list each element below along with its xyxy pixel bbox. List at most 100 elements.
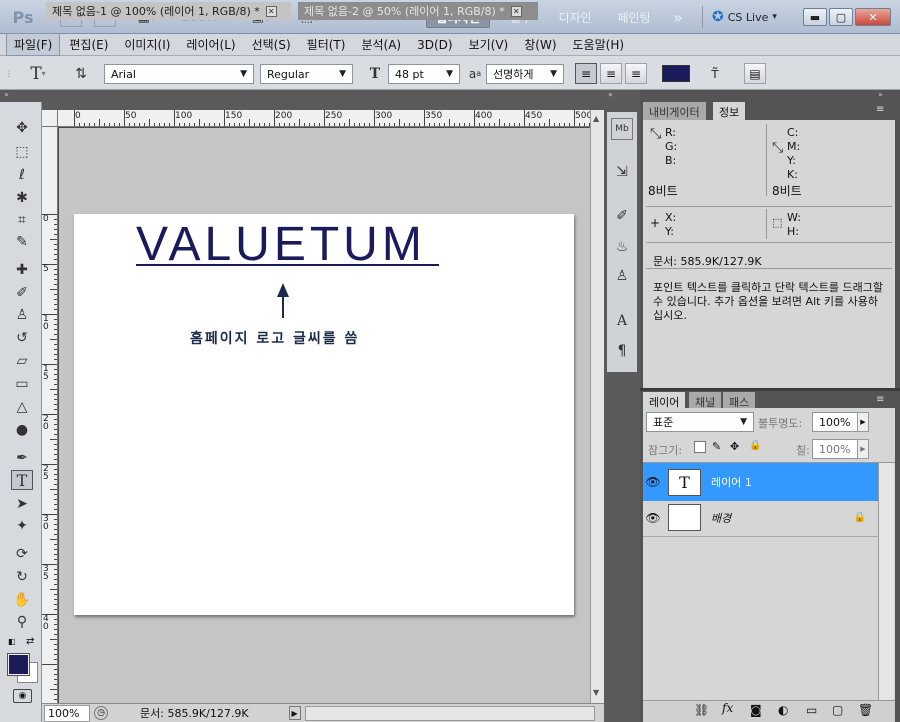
quick-selection-tool-icon[interactable]: ✱: [11, 188, 33, 208]
menu-filter[interactable]: 필터(T): [300, 34, 353, 55]
menu-analysis[interactable]: 분석(A): [354, 34, 408, 55]
menu-window[interactable]: 창(W): [517, 34, 563, 55]
3d-rotate-tool-icon[interactable]: ⟳: [11, 544, 33, 564]
menu-help[interactable]: 도움말(H): [566, 34, 632, 55]
opacity-slider-button[interactable]: ▶: [857, 412, 869, 432]
gradient-tool-icon[interactable]: ▭: [11, 374, 33, 394]
close-tab-icon[interactable]: ✕: [510, 5, 522, 17]
close-tab-icon[interactable]: ✕: [265, 5, 277, 17]
dodge-tool-icon[interactable]: ●: [11, 420, 33, 440]
minimize-button[interactable]: ▬: [803, 8, 827, 26]
vertical-scrollbar[interactable]: ▲ ▼: [590, 110, 604, 703]
scroll-down-icon[interactable]: ▼: [593, 688, 599, 697]
document-canvas[interactable]: [74, 214, 574, 615]
ruler-origin[interactable]: [42, 110, 58, 127]
more-workspaces-icon[interactable]: »: [664, 6, 692, 28]
workspace-painting[interactable]: 페인팅: [608, 6, 660, 28]
menu-select[interactable]: 선택(S): [245, 34, 298, 55]
layer-name[interactable]: 배경: [711, 510, 731, 526]
lock-transparent-checkbox[interactable]: [694, 441, 706, 453]
cs-live-button[interactable]: ✪ CS Live ▾: [712, 9, 777, 25]
eraser-tool-icon[interactable]: ▱: [11, 351, 33, 371]
layer-name[interactable]: 레이어 1: [711, 474, 752, 490]
collapse-panels-icon[interactable]: »: [878, 90, 898, 102]
align-center-button[interactable]: ≡: [600, 63, 622, 84]
path-selection-tool-icon[interactable]: ➤: [11, 494, 33, 514]
add-mask-icon[interactable]: ◙: [750, 703, 762, 717]
healing-brush-tool-icon[interactable]: ✚: [11, 260, 33, 280]
menu-3d[interactable]: 3D(D): [410, 36, 459, 54]
close-button[interactable]: ✕: [855, 8, 891, 26]
new-group-icon[interactable]: ▭: [806, 703, 817, 717]
warp-text-icon[interactable]: ᴛ̃: [704, 63, 726, 84]
eye-icon[interactable]: 👁: [643, 463, 663, 501]
zoom-field[interactable]: 100%: [44, 704, 90, 722]
logo-text-layer[interactable]: VALUETUM: [136, 220, 436, 270]
link-layers-icon[interactable]: ⛓: [694, 703, 709, 717]
layer-row-layer-1[interactable]: 👁 T 레이어 1: [643, 463, 878, 501]
collapse-toolbox-icon[interactable]: »: [0, 90, 42, 102]
rgb-eyedropper-icon[interactable]: ⤡: [650, 126, 661, 142]
tab-navigator[interactable]: 내비게이터: [643, 102, 706, 121]
blur-tool-icon[interactable]: △: [11, 397, 33, 417]
tool-presets-panel-icon[interactable]: ♙: [611, 265, 633, 287]
type-tool-icon[interactable]: T: [11, 470, 33, 490]
lock-all-icon[interactable]: 🔒: [749, 440, 761, 451]
toggle-text-orientation-icon[interactable]: ⇅: [70, 63, 92, 84]
lasso-tool-icon[interactable]: ℓ: [11, 165, 33, 185]
brush-panel-icon[interactable]: ✐: [611, 205, 633, 227]
history-brush-tool-icon[interactable]: ↺: [11, 328, 33, 348]
eye-icon[interactable]: 👁: [643, 499, 663, 537]
fill-input[interactable]: 100%: [812, 439, 858, 459]
eyedropper-tool-icon[interactable]: ✎: [11, 232, 33, 252]
character-panel-icon[interactable]: A: [611, 310, 633, 332]
crop-tool-icon[interactable]: ⌗: [11, 210, 33, 230]
fill-slider-button[interactable]: ▶: [857, 439, 869, 459]
default-colors-icon[interactable]: ◧: [8, 637, 16, 646]
font-size-select[interactable]: 48 pt ▼: [388, 64, 460, 84]
text-color-swatch[interactable]: [662, 65, 690, 82]
zoom-tool-icon[interactable]: ⚲: [11, 612, 33, 632]
delete-layer-icon[interactable]: 🗑: [858, 703, 873, 717]
tool-preset-picker[interactable]: T ▾: [18, 63, 58, 84]
swap-colors-icon[interactable]: ⇄: [26, 636, 34, 647]
menu-image[interactable]: 이미지(I): [117, 34, 177, 55]
layers-scrollbar[interactable]: [878, 463, 894, 703]
tab-document-1[interactable]: 제목 없음-1 @ 100% (레이어 1, RGB/8) * ✕: [46, 2, 291, 20]
pen-tool-icon[interactable]: ✒: [11, 448, 33, 468]
history-panel-icon[interactable]: ⇲: [611, 161, 633, 183]
custom-shape-tool-icon[interactable]: ✦: [11, 516, 33, 536]
marquee-tool-icon[interactable]: ⬚: [11, 142, 33, 162]
layer-row-background[interactable]: 👁 배경 🔒: [643, 499, 878, 537]
scroll-up-icon[interactable]: ▲: [593, 114, 599, 123]
collapse-dock-icon[interactable]: «: [604, 90, 640, 102]
maximize-button[interactable]: ▢: [829, 8, 853, 26]
font-style-select[interactable]: Regular ▼: [260, 64, 353, 84]
quick-mask-icon[interactable]: ◉: [13, 689, 32, 703]
status-menu-icon[interactable]: ▶: [288, 706, 301, 720]
antialias-select[interactable]: 선명하게 ▼: [486, 64, 564, 84]
3d-orbit-tool-icon[interactable]: ↻: [11, 567, 33, 587]
status-icon[interactable]: ◷: [94, 706, 108, 720]
workspace-design[interactable]: 디자인: [550, 6, 600, 28]
menu-layer[interactable]: 레이어(L): [179, 34, 242, 55]
character-panel-icon[interactable]: ▤: [744, 63, 766, 84]
adjustment-layer-icon[interactable]: ◐: [778, 703, 788, 717]
menu-file[interactable]: 파일(F): [6, 33, 61, 56]
new-layer-icon[interactable]: ▢: [832, 703, 843, 717]
clone-stamp-tool-icon[interactable]: ♙: [11, 305, 33, 325]
menu-view[interactable]: 보기(V): [462, 34, 516, 55]
foreground-color-swatch[interactable]: [7, 653, 30, 676]
blend-mode-select[interactable]: 표준 ▼: [646, 412, 754, 432]
minibridge-panel-icon[interactable]: Mb: [611, 118, 633, 140]
brush-tool-icon[interactable]: ✐: [11, 283, 33, 303]
cmyk-eyedropper-icon[interactable]: ⤡: [772, 140, 783, 156]
align-left-button[interactable]: ≡: [575, 63, 597, 84]
clone-source-panel-icon[interactable]: ♨: [611, 236, 633, 258]
tab-document-2[interactable]: 제목 없음-2 @ 50% (레이어 1, RGB/8) * ✕: [298, 2, 538, 20]
menu-edit[interactable]: 편집(E): [62, 34, 115, 55]
align-right-button[interactable]: ≡: [625, 63, 647, 84]
panel-separator[interactable]: [640, 388, 900, 391]
paragraph-panel-icon[interactable]: ¶: [611, 340, 633, 362]
lock-pixels-icon[interactable]: ✎: [712, 440, 721, 453]
